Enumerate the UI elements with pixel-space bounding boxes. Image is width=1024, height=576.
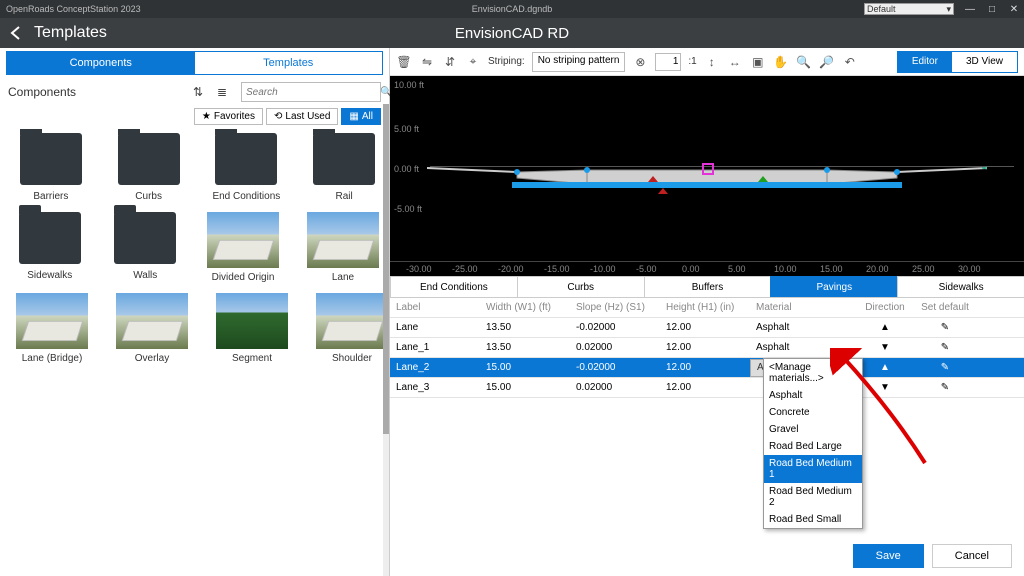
save-button[interactable]: Save — [853, 544, 924, 568]
dropdown-option[interactable]: <Manage materials...> — [764, 359, 862, 387]
cancel-button[interactable]: Cancel — [932, 544, 1012, 568]
zoom-out-icon[interactable]: 🔎 — [819, 54, 835, 70]
components-grid: Barriers Curbs End Conditions Rail Sidewalks… — [0, 129, 389, 576]
components-panel: Components Templates Components ⇅ ≣ 🔍 ★ … — [0, 48, 390, 576]
col-width: Width (W1) (ft) — [480, 302, 570, 313]
ratio-suffix: :1 — [688, 56, 696, 67]
direction-icon[interactable]: ▲ — [880, 362, 890, 373]
component-item[interactable]: Shoulder — [316, 293, 388, 364]
direction-icon[interactable]: ▼ — [880, 342, 890, 353]
maximize-icon[interactable]: □ — [986, 3, 998, 15]
filter-all[interactable]: ▦ All — [341, 108, 381, 125]
component-item[interactable]: Sidewalks — [16, 212, 84, 283]
property-tab[interactable]: Curbs — [517, 276, 645, 297]
component-item[interactable]: Lane — [307, 212, 379, 283]
col-label: Label — [390, 302, 480, 313]
app-name: OpenRoads ConceptStation 2023 — [6, 4, 141, 14]
mirror-v-icon[interactable]: ⇵ — [442, 54, 458, 70]
editor-view-button[interactable]: Editor — [898, 52, 952, 72]
tab-components[interactable]: Components — [7, 52, 195, 74]
filter-last-used[interactable]: ⟲ Last Used — [266, 108, 338, 125]
project-name: EnvisionCAD RD — [455, 25, 569, 42]
dropdown-option[interactable]: Road Bed Medium 2 — [764, 483, 862, 511]
header: Templates EnvisionCAD RD — [0, 18, 1024, 48]
component-item[interactable]: Barriers — [16, 133, 86, 202]
titlebar: OpenRoads ConceptStation 2023 EnvisionCA… — [0, 0, 1024, 18]
table-row[interactable]: Lane_315.000.0200012.00▼✎ — [390, 378, 1024, 398]
dropdown-option[interactable]: Gravel — [764, 421, 862, 438]
filter-favorites[interactable]: ★ Favorites — [194, 108, 263, 125]
table-row[interactable]: Lane_215.00-0.0200012.00Asphalt▲✎ — [390, 358, 1024, 378]
edit-icon[interactable]: ✎ — [941, 342, 949, 353]
property-tab[interactable]: Pavings — [770, 276, 898, 297]
dropdown-option[interactable]: Road Bed Large — [764, 438, 862, 455]
col-slope: Slope (Hz) (S1) — [570, 302, 660, 313]
cross-section-canvas[interactable]: 10.00 ft 5.00 ft 0.00 ft -5.00 ft -30.00… — [390, 76, 1024, 276]
back-icon[interactable] — [8, 25, 24, 41]
property-tab[interactable]: Sidewalks — [897, 276, 1024, 297]
table-row[interactable]: Lane_113.500.0200012.00Asphalt▼✎ — [390, 338, 1024, 358]
close-icon[interactable]: ✕ — [1008, 3, 1020, 15]
editor-pane: 🗑 ⇋ ⇵ ⌖ Striping: No striping pattern ⊗ … — [390, 48, 1024, 576]
editor-toolbar: 🗑 ⇋ ⇵ ⌖ Striping: No striping pattern ⊗ … — [390, 48, 1024, 76]
dropdown-option[interactable]: Road Bed Small — [764, 511, 862, 528]
edit-icon[interactable]: ✎ — [941, 322, 949, 333]
col-direction: Direction — [855, 302, 915, 313]
dropdown-option[interactable]: Asphalt — [764, 387, 862, 404]
page-title: Templates — [34, 24, 107, 42]
property-tabs: End ConditionsCurbsBuffersPavingsSidewal… — [390, 276, 1024, 298]
list-view-icon[interactable]: ≣ — [213, 83, 231, 101]
component-item[interactable]: Lane (Bridge) — [16, 293, 88, 364]
ratio-input[interactable] — [655, 53, 681, 71]
3d-view-button[interactable]: 3D View — [952, 52, 1017, 72]
pane-label: Components — [8, 85, 76, 99]
direction-icon[interactable]: ▼ — [880, 382, 890, 393]
tab-templates[interactable]: Templates — [195, 52, 383, 74]
mirror-h-icon[interactable]: ⇋ — [419, 54, 435, 70]
property-tab[interactable]: End Conditions — [390, 276, 518, 297]
edit-icon[interactable]: ✎ — [941, 382, 949, 393]
dropdown-option[interactable]: Concrete — [764, 404, 862, 421]
sort-icon[interactable]: ⇅ — [189, 83, 207, 101]
pavings-table: Label Width (W1) (ft) Slope (Hz) (S1) He… — [390, 298, 1024, 398]
search-input[interactable]: 🔍 — [241, 82, 381, 102]
zoom-in-icon[interactable]: 🔍 — [796, 54, 812, 70]
dropdown-option[interactable]: Road Bed Medium 1 — [764, 455, 862, 483]
direction-icon[interactable]: ▲ — [880, 322, 890, 333]
profile-dropdown[interactable]: Default▾ — [864, 3, 954, 15]
pan-icon[interactable]: ✋ — [773, 54, 789, 70]
delete-icon[interactable]: 🗑 — [396, 54, 412, 70]
property-tab[interactable]: Buffers — [644, 276, 772, 297]
section-geometry — [427, 158, 987, 218]
component-item[interactable]: Divided Origin — [207, 212, 279, 283]
expand-v-icon[interactable]: ↕ — [704, 54, 720, 70]
component-item[interactable]: Segment — [216, 293, 288, 364]
material-dropdown[interactable]: <Manage materials...>AsphaltConcreteGrav… — [763, 358, 863, 529]
col-height: Height (H1) (in) — [660, 302, 750, 313]
minimize-icon[interactable]: — — [964, 3, 976, 15]
undo-icon[interactable]: ↶ — [842, 54, 858, 70]
expand-h-icon[interactable]: ↔ — [727, 54, 743, 70]
edit-icon[interactable]: ✎ — [941, 362, 949, 373]
component-item[interactable]: End Conditions — [212, 133, 282, 202]
col-setdefault: Set default — [915, 302, 975, 313]
component-item[interactable]: Walls — [112, 212, 180, 283]
file-name: EnvisionCAD.dgndb — [472, 4, 553, 14]
component-item[interactable]: Overlay — [116, 293, 188, 364]
table-row[interactable]: Lane13.50-0.0200012.00Asphalt▲✎ — [390, 318, 1024, 338]
component-item[interactable]: Rail — [309, 133, 379, 202]
striping-select[interactable]: No striping pattern — [532, 52, 626, 72]
striping-label: Striping: — [488, 56, 525, 67]
col-material: Material — [750, 302, 855, 313]
fit-icon[interactable]: ▣ — [750, 54, 766, 70]
component-item[interactable]: Curbs — [114, 133, 184, 202]
clear-striping-icon[interactable]: ⊗ — [632, 54, 648, 70]
center-icon[interactable]: ⌖ — [465, 54, 481, 70]
